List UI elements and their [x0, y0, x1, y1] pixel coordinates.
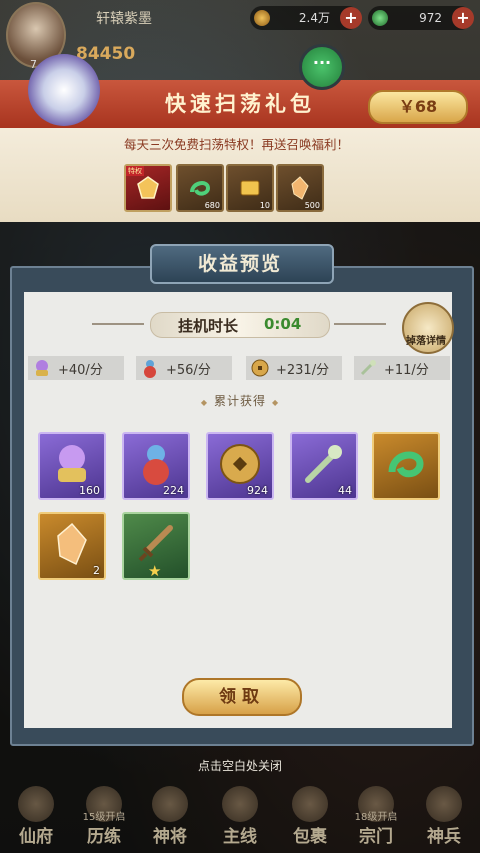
idle-duration-label: 挂机时长: [178, 317, 239, 335]
mansion-icon: [18, 786, 54, 822]
unlock-hint: 18级开启: [354, 812, 398, 823]
bottom-nav: 仙府 15级开启 历练 神将 主线 包裹 18级开启 宗门 神兵: [0, 784, 480, 853]
divine-weapon-icon: [426, 786, 462, 822]
reward-slot[interactable]: [372, 432, 440, 500]
rate-value: +56/分: [166, 363, 211, 378]
reward-count: 2: [93, 564, 100, 577]
orb-pot-icon: [36, 360, 48, 376]
jade-dragon-icon: [388, 451, 424, 478]
reward-count: 924: [247, 484, 268, 497]
nav-label: 主线: [223, 827, 257, 847]
rate-chip: +11/分: [354, 356, 450, 380]
gold-coin-icon: [254, 10, 270, 26]
nav-item-zhuxian[interactable]: 主线: [210, 784, 270, 853]
reward-slot[interactable]: 160: [38, 432, 106, 500]
gold-value: 2.4万: [298, 11, 330, 25]
rate-value: +231/分: [276, 363, 330, 378]
buy-gift-button[interactable]: ￥68: [368, 90, 468, 124]
jade-icon: [372, 10, 388, 26]
general-icon: [152, 786, 188, 822]
rate-value: +11/分: [384, 363, 429, 378]
resource-gold: 2.4万 +: [250, 6, 362, 30]
gourd-icon: [144, 360, 156, 378]
item-tag: 特权: [126, 166, 144, 176]
reward-slot[interactable]: 44: [290, 432, 358, 500]
idle-time-pill: [150, 312, 330, 338]
item-count: 10: [259, 201, 270, 210]
reward-slot[interactable]: 2: [38, 512, 106, 580]
reward-count: 224: [163, 484, 184, 497]
privilege-badge-icon: [137, 176, 159, 199]
player-name: 轩辕紫墨: [96, 11, 152, 27]
close-hint: 点击空白处关闭: [197, 759, 282, 773]
golden-scroll-icon: [240, 180, 260, 196]
add-gold-button[interactable]: +: [340, 7, 362, 29]
drop-details-label: 掉落详情: [406, 336, 446, 347]
treasure-chest-icon: [28, 54, 100, 126]
nav-item-xianfu[interactable]: 仙府: [6, 784, 66, 853]
chat-icon[interactable]: [299, 44, 345, 90]
rate-value: +40/分: [58, 363, 103, 378]
nav-item-zongmen[interactable]: 18级开启 宗门: [346, 784, 406, 853]
jade-dragon-icon: [190, 181, 211, 196]
nav-item-lilian[interactable]: 15级开启 历练: [74, 784, 134, 853]
gift-item-scroll[interactable]: 10: [226, 164, 274, 212]
nav-item-baoguo[interactable]: 包裹: [280, 784, 340, 853]
divider-right: [334, 323, 386, 325]
nav-label: 神兵: [427, 827, 461, 847]
reward-count: 44: [338, 484, 352, 497]
reward-slot[interactable]: 224: [122, 432, 190, 500]
sword-icon: [138, 525, 173, 562]
bag-icon: [292, 786, 328, 822]
add-jade-button[interactable]: +: [452, 7, 474, 29]
unlock-hint: 15级开启: [82, 812, 126, 823]
panel-title: 收益预览: [197, 253, 282, 275]
nav-label: 历练: [87, 827, 121, 847]
rate-chip: +40/分: [28, 356, 124, 380]
reward-slot[interactable]: ★: [122, 512, 190, 580]
rate-chip: +56/分: [136, 356, 232, 380]
coin-icon: [220, 444, 260, 484]
idle-duration-value: 0:04: [264, 315, 302, 333]
accumulated-label: 累计获得: [0, 392, 480, 409]
main-quest-icon: [222, 786, 258, 822]
orb-pot-icon: [58, 445, 86, 482]
divider-left: [92, 323, 144, 325]
reward-count: 160: [79, 484, 100, 497]
claim-button[interactable]: 领取: [182, 678, 302, 716]
crystal-icon: [291, 176, 309, 200]
jade-ruyi-icon: [305, 445, 342, 483]
nav-label: 神将: [153, 827, 187, 847]
item-count: 500: [304, 201, 320, 210]
gourd-icon: [143, 445, 169, 485]
gift-item-jade[interactable]: 680: [176, 164, 224, 212]
rate-chip: +231/分: [246, 356, 342, 380]
nav-label: 包裹: [293, 827, 327, 847]
nav-label: 仙府: [19, 827, 53, 847]
reward-slot[interactable]: 924: [206, 432, 274, 500]
coin-icon: [251, 359, 269, 377]
nav-item-shenbing[interactable]: 神兵: [414, 784, 474, 853]
item-count: 680: [204, 201, 220, 210]
jade-value: 972: [419, 11, 442, 25]
gift-item-privilege[interactable]: 特权: [124, 164, 172, 212]
nav-label: 宗门: [359, 827, 393, 847]
gift-item-crystal[interactable]: 500: [276, 164, 324, 212]
crystal-icon: [57, 522, 87, 566]
star-icon: ★: [148, 562, 162, 580]
nav-item-shenjiang[interactable]: 神将: [140, 784, 200, 853]
jade-ruyi-icon: [360, 360, 376, 376]
resource-jade: 972 +: [368, 6, 474, 30]
gift-description: 每天三次免费扫荡特权！再送召唤福利！: [124, 137, 350, 152]
